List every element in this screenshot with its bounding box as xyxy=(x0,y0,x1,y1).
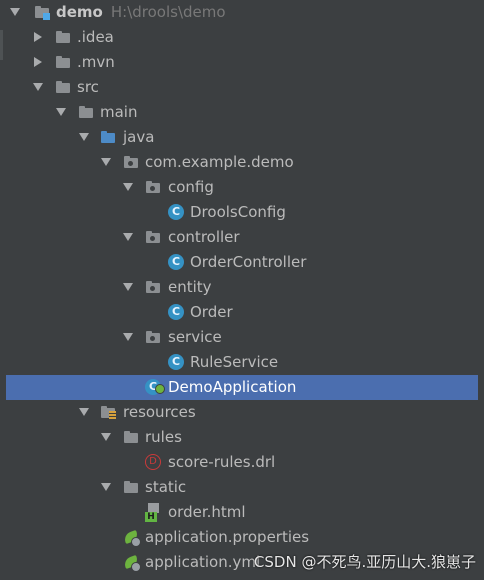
expand-arrow-icon[interactable] xyxy=(101,483,111,491)
tree-node-mvn[interactable]: .mvn xyxy=(0,50,484,75)
gutter-marker xyxy=(0,30,3,60)
tree-node-java[interactable]: java xyxy=(0,125,484,150)
tree-node-droolsconfig[interactable]: C DroolsConfig xyxy=(0,200,484,225)
tree-node-label: resources xyxy=(123,403,196,421)
expand-arrow-icon[interactable] xyxy=(123,183,133,191)
spring-config-icon xyxy=(122,554,141,572)
tree-node-label: java xyxy=(123,128,155,146)
folder-icon xyxy=(55,30,71,44)
tree-node-path: H:\drools\demo xyxy=(110,3,226,21)
tree-node-label: service xyxy=(168,328,222,346)
package-icon xyxy=(123,155,139,169)
tree-node-service[interactable]: service xyxy=(0,325,484,350)
tree-node-label: RuleService xyxy=(190,353,279,371)
expand-arrow-icon[interactable] xyxy=(56,108,66,116)
tree-node-label: score-rules.drl xyxy=(168,453,276,471)
tree-node-entity[interactable]: entity xyxy=(0,275,484,300)
expand-arrow-icon[interactable] xyxy=(101,158,111,166)
tree-node-ruleservice[interactable]: C RuleService xyxy=(0,350,484,375)
tree-node-order[interactable]: C Order xyxy=(0,300,484,325)
watermark: CSDN @不死鸟.亚历山大.狼崽子 xyxy=(253,553,476,571)
expand-arrow-icon[interactable] xyxy=(123,283,133,291)
tree-node-label: src xyxy=(77,78,99,96)
package-icon xyxy=(145,280,161,294)
expand-arrow-icon[interactable] xyxy=(79,133,89,141)
resources-folder-icon xyxy=(100,405,116,419)
expand-arrow-icon[interactable] xyxy=(10,8,20,16)
tree-node-label: demo xyxy=(56,3,103,21)
tree-node-label: controller xyxy=(168,228,240,246)
tree-node-main[interactable]: main xyxy=(0,100,484,125)
tree-node-resources[interactable]: resources xyxy=(0,400,484,425)
expand-arrow-icon[interactable] xyxy=(123,233,133,241)
tree-node-demo[interactable]: demo H:\drools\demo xyxy=(0,0,484,25)
source-folder-icon xyxy=(100,130,116,144)
tree-node-label: order.html xyxy=(168,503,246,521)
tree-node-label: DemoApplication xyxy=(168,378,297,396)
spring-badge-icon xyxy=(155,384,165,394)
tree-node-order-html[interactable]: H order.html xyxy=(0,500,484,525)
folder-icon xyxy=(55,80,71,94)
java-class-icon: C xyxy=(168,204,184,220)
tree-node-demoapplication[interactable]: C DemoApplication xyxy=(6,375,478,400)
tree-node-static[interactable]: static xyxy=(0,475,484,500)
html-file-icon: H xyxy=(145,503,161,522)
folder-icon xyxy=(55,55,71,69)
spring-config-icon xyxy=(122,529,141,547)
tree-node-src[interactable]: src xyxy=(0,75,484,100)
folder-icon xyxy=(123,430,139,444)
tree-node-label: .mvn xyxy=(77,53,115,71)
tree-node-label: DroolsConfig xyxy=(190,203,286,221)
java-class-icon: C xyxy=(168,354,184,370)
tree-node-label: config xyxy=(168,178,214,196)
tree-node-label: OrderController xyxy=(190,253,307,271)
package-icon xyxy=(145,180,161,194)
collapse-arrow-icon[interactable] xyxy=(34,57,42,67)
expand-arrow-icon[interactable] xyxy=(79,408,89,416)
tree-node-label: entity xyxy=(168,278,212,296)
expand-arrow-icon[interactable] xyxy=(123,333,133,341)
folder-icon xyxy=(123,480,139,494)
tree-node-label: application.yml xyxy=(145,553,261,571)
tree-node-label: rules xyxy=(145,428,182,446)
tree-node-label: application.properties xyxy=(145,528,310,546)
tree-node-controller[interactable]: controller xyxy=(0,225,484,250)
folder-icon xyxy=(78,105,94,119)
tree-node-rules[interactable]: rules xyxy=(0,425,484,450)
java-class-icon: C xyxy=(168,304,184,320)
tree-node-label: com.example.demo xyxy=(145,153,294,171)
tree-node-label: .idea xyxy=(77,28,114,46)
package-icon xyxy=(145,230,161,244)
tree-node-package[interactable]: com.example.demo xyxy=(0,150,484,175)
package-icon xyxy=(145,330,161,344)
project-tree: demo H:\drools\demo .idea .mvn src main j… xyxy=(0,0,484,575)
drools-file-icon: D xyxy=(145,454,161,470)
expand-arrow-icon[interactable] xyxy=(33,83,43,91)
tree-node-idea[interactable]: .idea xyxy=(0,25,484,50)
module-folder-icon xyxy=(34,5,50,20)
tree-node-ordercontroller[interactable]: C OrderController xyxy=(0,250,484,275)
tree-node-label: static xyxy=(145,478,187,496)
tree-node-config[interactable]: config xyxy=(0,175,484,200)
java-class-icon: C xyxy=(168,254,184,270)
tree-node-application-properties[interactable]: application.properties xyxy=(0,525,484,550)
expand-arrow-icon[interactable] xyxy=(101,433,111,441)
collapse-arrow-icon[interactable] xyxy=(34,32,42,42)
tree-node-label: Order xyxy=(190,303,233,321)
tree-node-label: main xyxy=(100,103,138,121)
tree-node-score-rules[interactable]: D score-rules.drl xyxy=(0,450,484,475)
